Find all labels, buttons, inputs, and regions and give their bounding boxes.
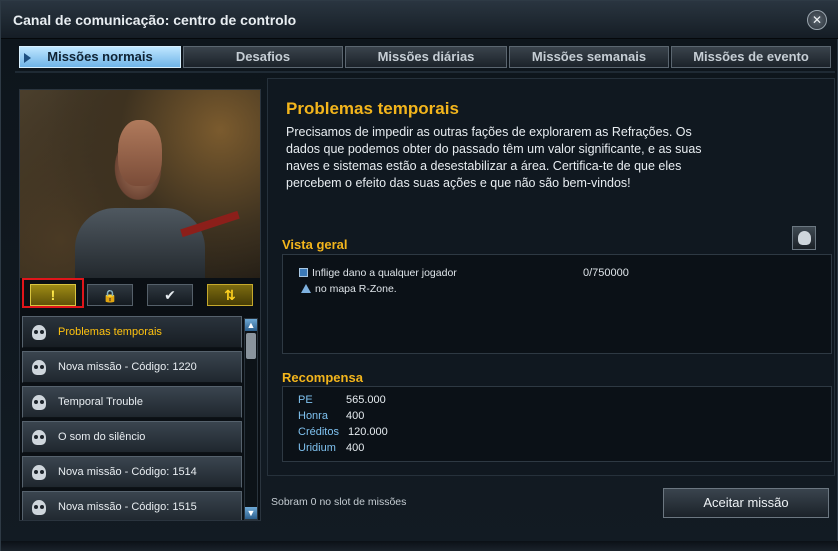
reward-value: 400 — [346, 410, 365, 422]
skull-icon — [32, 500, 46, 515]
skull-icon — [798, 231, 811, 245]
reward-row: PE 565.000 — [298, 394, 386, 406]
warning-icon — [301, 284, 311, 293]
commander-portrait — [20, 90, 260, 278]
skull-icon — [32, 360, 46, 375]
list-item[interactable]: Problemas temporais — [22, 316, 242, 348]
overview-skull-button[interactable] — [792, 226, 816, 250]
reward-value: 400 — [346, 442, 365, 454]
mission-list-panel: ! 🔒 ✔ ⇅ Problemas temporais Nova missão … — [19, 89, 261, 521]
checkmark-icon: ✔ — [164, 287, 176, 303]
skull-icon — [32, 325, 46, 340]
tab-bar: Missões normais Desafios Missões diárias… — [19, 46, 835, 68]
list-item[interactable]: Temporal Trouble — [22, 386, 242, 418]
titlebar: Canal de comunicação: centro de controlo… — [1, 1, 838, 39]
list-item[interactable]: O som do silêncio — [22, 421, 242, 453]
tab-weekly-missions[interactable]: Missões semanais — [509, 46, 669, 68]
lock-icon: 🔒 — [102, 289, 118, 303]
reward-key: PE — [298, 394, 313, 406]
portrait-armor — [75, 208, 205, 278]
reward-row: Uridium 400 — [298, 442, 364, 454]
task-text: no mapa R-Zone. — [315, 283, 397, 295]
task-row: Inflige dano a qualquer jogador — [299, 267, 457, 279]
filter-buttons: ! 🔒 ✔ ⇅ — [20, 278, 260, 310]
task-row: no mapa R-Zone. — [299, 283, 397, 295]
skull-icon — [32, 430, 46, 445]
task-text: Inflige dano a qualquer jogador — [312, 267, 457, 279]
accept-mission-button[interactable]: Aceitar missão — [663, 488, 829, 518]
scroll-down-icon[interactable]: ▼ — [245, 507, 257, 519]
task-progress: 0/750000 — [583, 267, 629, 279]
divider — [15, 71, 835, 73]
mission-detail-panel: Problemas temporais Precisamos de impedi… — [267, 78, 835, 476]
portrait-head — [118, 120, 162, 186]
mission-title: Problemas temporais — [286, 99, 459, 118]
reward-value: 120.000 — [348, 426, 388, 438]
window-title: Canal de comunicação: centro de controlo — [13, 12, 297, 28]
mission-list-scrollbar[interactable]: ▲ ▼ — [244, 318, 258, 520]
mission-slots-text: Sobram 0 no slot de missões — [271, 496, 407, 508]
skull-icon — [32, 465, 46, 480]
tab-normal-missions[interactable]: Missões normais — [19, 46, 181, 68]
mission-description: Precisamos de impedir as outras fações d… — [286, 125, 702, 190]
mission-label: Nova missão - Código: 1220 — [58, 361, 197, 373]
reward-box: PE 565.000 Honra 400 Créditos 120.000 Ur… — [282, 386, 832, 462]
overview-heading: Vista geral — [282, 237, 348, 252]
reward-key: Créditos — [298, 426, 339, 438]
reward-key: Honra — [298, 410, 328, 422]
task-box-icon — [299, 268, 308, 277]
mission-label: O som do silêncio — [58, 431, 146, 443]
list-item[interactable]: Nova missão - Código: 1514 — [22, 456, 242, 488]
overview-box: Inflige dano a qualquer jogador 0/750000… — [282, 254, 832, 354]
mission-list: Problemas temporais Nova missão - Código… — [22, 316, 242, 520]
mission-label: Nova missão - Código: 1514 — [58, 466, 197, 478]
skull-icon — [32, 395, 46, 410]
mission-label: Problemas temporais — [58, 326, 162, 338]
sort-arrows-icon: ⇅ — [224, 287, 236, 303]
reward-key: Uridium — [298, 442, 336, 454]
reward-heading: Recompensa — [282, 370, 363, 385]
reward-row: Honra 400 — [298, 410, 364, 422]
mission-window: Canal de comunicação: centro de controlo… — [0, 0, 838, 551]
mission-label: Temporal Trouble — [58, 396, 143, 408]
reward-row: Créditos 120.000 — [298, 426, 388, 438]
filter-completed-button[interactable]: ✔ — [147, 284, 193, 306]
scroll-up-icon[interactable]: ▲ — [245, 319, 257, 331]
list-item[interactable]: Nova missão - Código: 1220 — [22, 351, 242, 383]
tab-daily-missions[interactable]: Missões diárias — [345, 46, 507, 68]
mission-label: Nova missão - Código: 1515 — [58, 501, 197, 513]
sort-button[interactable]: ⇅ — [207, 284, 253, 306]
filter-locked-button[interactable]: 🔒 — [87, 284, 133, 306]
reward-value: 565.000 — [346, 394, 386, 406]
tab-challenges[interactable]: Desafios — [183, 46, 343, 68]
close-icon[interactable]: ✕ — [807, 10, 827, 30]
tab-event-missions[interactable]: Missões de evento — [671, 46, 831, 68]
list-item[interactable]: Nova missão - Código: 1515 — [22, 491, 242, 520]
scroll-thumb[interactable] — [246, 333, 256, 359]
bottom-strip — [1, 541, 838, 551]
exclamation-icon: ! — [50, 287, 56, 303]
filter-available-button[interactable]: ! — [30, 284, 76, 306]
